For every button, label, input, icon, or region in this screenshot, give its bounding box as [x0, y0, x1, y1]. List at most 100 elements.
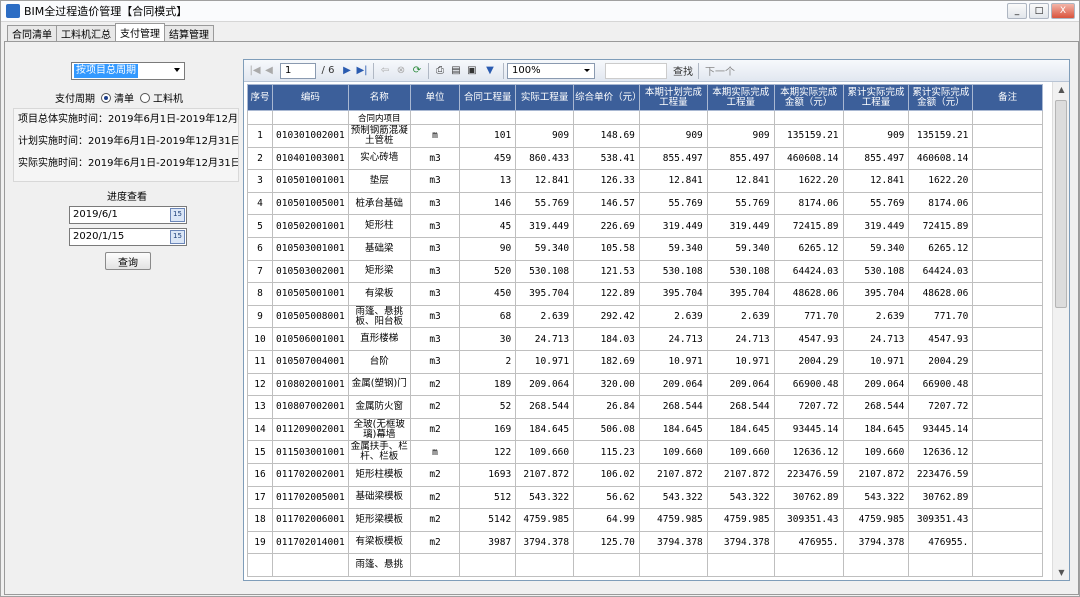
scroll-thumb[interactable]	[1055, 100, 1067, 308]
table-cell: 520	[459, 259, 517, 284]
column-header: 累计实际完成工程量	[842, 84, 910, 111]
radio-selected-icon[interactable]	[101, 92, 111, 103]
table-cell: 2107.872	[638, 462, 708, 487]
table-cell	[247, 553, 273, 577]
tab-payment-management[interactable]: 支付管理	[115, 23, 165, 41]
table-cell: m3	[409, 191, 461, 216]
table-cell: 1693	[459, 462, 517, 487]
table-cell: 460608.14	[908, 146, 974, 171]
scroll-down-icon[interactable]: ▼	[1053, 565, 1070, 580]
table-row[interactable]: 10 010506001001 直形楼梯 m3 30 24.713 184.03 24.713…	[247, 327, 1043, 351]
table-cell: 59.340	[638, 236, 708, 261]
table-cell	[972, 146, 1043, 171]
minimize-button[interactable]: _	[1007, 3, 1027, 19]
pay-cycle-label: 支付周期	[55, 94, 95, 105]
date-from-input[interactable]: 2019/6/1 15	[69, 206, 187, 224]
table-cell: 4547.93	[908, 327, 974, 351]
vertical-scrollbar[interactable]: ▲ ▼	[1052, 82, 1069, 580]
period-select[interactable]: 按项目总周期	[71, 62, 185, 80]
page-layout-icon[interactable]: ▤	[448, 63, 464, 79]
date-to-input[interactable]: 2020/1/15 15	[69, 228, 187, 246]
table-cell: 109.660	[706, 440, 775, 464]
table-cell: 771.70	[773, 304, 844, 329]
table-cell: 292.42	[573, 304, 640, 329]
stop-icon[interactable]: ⊗	[393, 63, 409, 79]
table-cell: 105.58	[573, 236, 640, 261]
column-header: 本期实际完成工程量	[706, 84, 775, 111]
table-row[interactable]: 16 011702002001 矩形柱模板 m2 1693 2107.872 106.02 2…	[247, 462, 1043, 487]
table-cell: 010301002001	[271, 124, 349, 148]
table-row[interactable]: 9 010505008001 雨篷、悬挑板、阳台板 m3 68 2.639 292.42 2.…	[247, 304, 1043, 329]
export-icon[interactable]: ▼	[480, 63, 500, 79]
table-cell: m3	[409, 146, 461, 171]
section-label: 合同内项目	[347, 110, 411, 125]
table-row[interactable]: 17 011702005001 基础梁模板 m2 512 543.322 56.62 543.…	[247, 485, 1043, 510]
radio-list-option[interactable]: 清单	[101, 90, 134, 105]
table-cell: 30762.89	[773, 485, 844, 510]
table-cell	[972, 417, 1043, 442]
page-total: / 6	[321, 65, 335, 76]
first-page-icon[interactable]: |◀	[248, 63, 262, 79]
table-row[interactable]: 13 010807002001 金属防火窗 m2 52 268.544 26.84 268.5…	[247, 395, 1043, 419]
column-header: 编码	[271, 84, 349, 111]
table-cell: 530.108	[706, 259, 775, 284]
table-row[interactable]: 3 010501001001 垫层 m3 13 12.841 126.33 12.841 12.…	[247, 169, 1043, 193]
table-cell: 55.769	[638, 191, 708, 216]
table-row[interactable]: 8 010505001001 有梁板 m3 450 395.704 122.89 395.70…	[247, 282, 1043, 306]
calendar-icon[interactable]: 15	[170, 208, 185, 222]
zoom-select[interactable]: 100%	[507, 62, 595, 79]
print-icon[interactable]: ⎙	[432, 63, 448, 79]
table-cell: 184.645	[638, 417, 708, 442]
table-row[interactable]: 4 010501005001 桩承台基础 m3 146 55.769 146.57 55.76…	[247, 191, 1043, 216]
find-button[interactable]: 查找	[671, 63, 695, 79]
tab-material-summary[interactable]: 工料机汇总	[56, 25, 116, 41]
table-cell: 268.544	[515, 395, 575, 419]
table-cell: 矩形梁模板	[347, 508, 411, 532]
table-cell: 12.841	[706, 169, 775, 193]
find-input[interactable]	[605, 62, 667, 79]
table-cell: 135159.21	[773, 124, 844, 148]
table-cell: 126.33	[573, 169, 640, 193]
prev-page-icon[interactable]: ◀	[262, 63, 276, 79]
table-cell: 309351.43	[773, 508, 844, 532]
table-row[interactable]: 14 011209002001 全玻(无框玻璃)幕墙 m2 169 184.645 506.…	[247, 417, 1043, 442]
radio-material-option[interactable]: 工料机	[140, 90, 183, 105]
table-row[interactable]: 15 011503001001 金属扶手、栏杆、栏板 m 122 109.660 115.2…	[247, 440, 1043, 464]
table-cell: 45	[459, 214, 517, 238]
table-cell	[972, 110, 1043, 125]
table-row[interactable]: 19 011702014001 有梁板模板 m2 3987 3794.378 125.70 3…	[247, 530, 1043, 555]
back-icon[interactable]: ⇦	[377, 63, 393, 79]
refresh-icon[interactable]: ⟳	[409, 63, 425, 79]
date-from-value: 2019/6/1	[73, 209, 118, 220]
table-cell: 10.971	[842, 349, 910, 374]
table-cell: 15	[247, 440, 273, 464]
tab-settlement-management[interactable]: 结算管理	[164, 25, 214, 41]
maximize-button[interactable]: □	[1029, 3, 1049, 19]
next-page-icon[interactable]: ▶	[340, 63, 354, 79]
tab-contract-list[interactable]: 合同清单	[7, 25, 57, 41]
table-row[interactable]: 6 010503001001 基础梁 m3 90 59.340 105.58 59.340 59…	[247, 236, 1043, 261]
calendar-icon[interactable]: 15	[170, 230, 185, 244]
table-cell: 18	[247, 508, 273, 532]
table-cell: 538.41	[573, 146, 640, 171]
column-header: 备注	[972, 84, 1043, 111]
table-row[interactable]: 1 010301002001 预制钢筋混凝土管桩 m 101 909 148.69 909 90…	[247, 124, 1043, 148]
query-button[interactable]: 查询	[105, 252, 151, 270]
radio-empty-icon[interactable]	[140, 92, 150, 103]
table-row[interactable]: 2 010401003001 实心砖墙 m3 459 860.433 538.41 855.4…	[247, 146, 1043, 171]
table-row[interactable]: 11 010507004001 台阶 m3 2 10.971 182.69 10.971 10.…	[247, 349, 1043, 374]
table-row[interactable]: 雨篷、悬挑	[247, 553, 1043, 577]
last-page-icon[interactable]: ▶|	[354, 63, 370, 79]
table-cell: 48628.06	[773, 282, 844, 306]
table-cell: 55.769	[842, 191, 910, 216]
close-button[interactable]: X	[1051, 3, 1075, 19]
scroll-up-icon[interactable]: ▲	[1053, 82, 1070, 97]
table-row[interactable]: 7 010503002001 矩形梁 m3 520 530.108 121.53 530.10…	[247, 259, 1043, 284]
find-next-button[interactable]: 下一个	[702, 63, 738, 79]
table-row[interactable]: 18 011702006001 矩形梁模板 m2 5142 4759.985 64.99 47…	[247, 508, 1043, 532]
page-setup-icon[interactable]: ▣	[464, 63, 480, 79]
table-row[interactable]: 12 010802001001 金属(塑钢)门 m2 189 209.064 320.00 2…	[247, 372, 1043, 397]
page-number-input[interactable]: 1	[280, 62, 316, 79]
table-cell: 金属防火窗	[347, 395, 411, 419]
table-row[interactable]: 5 010502001001 矩形柱 m3 45 319.449 226.69 319.449…	[247, 214, 1043, 238]
